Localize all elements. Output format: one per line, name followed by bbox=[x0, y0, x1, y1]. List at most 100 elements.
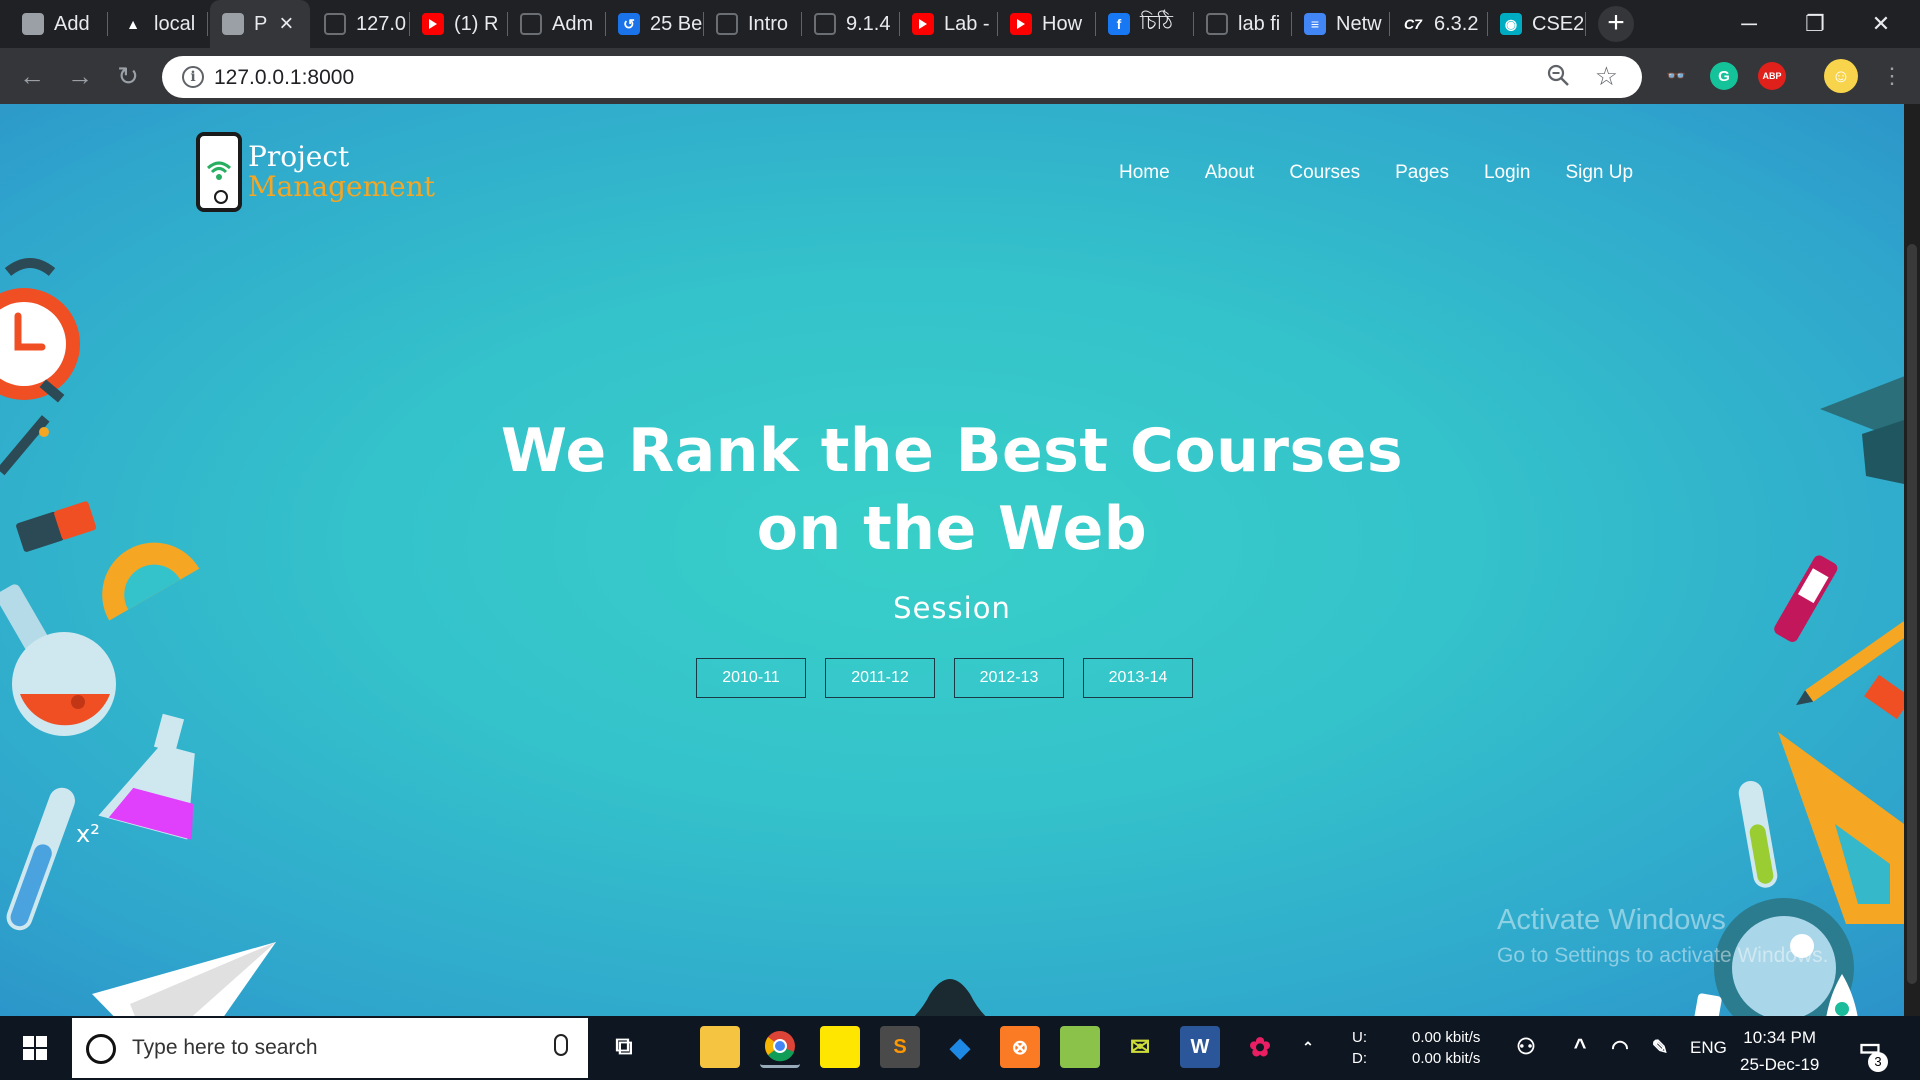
scrollbar-thumb[interactable] bbox=[1907, 244, 1917, 984]
git-icon[interactable]: ◆ bbox=[940, 1026, 980, 1068]
clock[interactable]: 10:34 PM 25-Dec-19 bbox=[1740, 1024, 1819, 1078]
taskbar-search-box[interactable]: Type here to search bbox=[72, 1018, 588, 1078]
incognito-ext-icon[interactable]: 👓 bbox=[1662, 62, 1690, 90]
close-icon[interactable]: × bbox=[279, 10, 293, 38]
microphone-icon[interactable] bbox=[554, 1034, 568, 1056]
show-hidden-icons[interactable]: ^ bbox=[1560, 1026, 1600, 1068]
browser-tab[interactable]: f চিঠি bbox=[1096, 0, 1194, 48]
overflow-scroll-icon[interactable]: ⌃ bbox=[1296, 1026, 1320, 1068]
sticky-notes-icon[interactable] bbox=[820, 1026, 860, 1068]
page-icon bbox=[22, 13, 44, 35]
network-app-icon[interactable]: ✉ bbox=[1120, 1026, 1160, 1068]
youtube-icon bbox=[1010, 13, 1032, 35]
forward-icon[interactable]: → bbox=[62, 58, 98, 94]
globe-icon bbox=[324, 13, 346, 35]
youtube-icon bbox=[912, 13, 934, 35]
page-viewport: x² Project Management Home About Courses… bbox=[0, 104, 1904, 1016]
bookmark-star-icon[interactable]: ☆ bbox=[1595, 61, 1618, 92]
tab-title: lab fi bbox=[1238, 12, 1281, 35]
paint-icon[interactable]: ✿ bbox=[1240, 1026, 1280, 1068]
back-icon[interactable]: ← bbox=[14, 58, 50, 94]
nav-pages[interactable]: Pages bbox=[1395, 162, 1449, 184]
net-up-label: U: bbox=[1352, 1029, 1367, 1046]
activate-windows-title: Activate Windows bbox=[1497, 904, 1726, 936]
notepad-icon[interactable] bbox=[1060, 1026, 1100, 1068]
browser-tab[interactable]: lab fi bbox=[1194, 0, 1292, 48]
browser-tab[interactable]: Adm bbox=[508, 0, 606, 48]
chrome-icon[interactable] bbox=[760, 1026, 800, 1068]
nav-about[interactable]: About bbox=[1205, 162, 1255, 184]
new-tab-button[interactable]: + bbox=[1598, 6, 1634, 42]
reload-icon[interactable]: ↻ bbox=[110, 58, 146, 94]
tab-title: Lab - bbox=[944, 12, 990, 35]
alarm-clock-icon bbox=[0, 258, 80, 403]
file-explorer-icon[interactable] bbox=[700, 1026, 740, 1068]
profile-avatar[interactable]: ☺ bbox=[1824, 59, 1858, 93]
cortana-icon bbox=[86, 1034, 116, 1064]
xampp-icon[interactable]: ⊗ bbox=[1000, 1026, 1040, 1068]
paper-plane-icon bbox=[92, 942, 276, 1016]
tab-title: How bbox=[1042, 12, 1083, 35]
site-logo[interactable]: Project Management bbox=[196, 132, 435, 212]
session-button-2013-14[interactable]: 2013-14 bbox=[1083, 658, 1193, 698]
task-view-icon[interactable]: ⧉ bbox=[604, 1026, 644, 1068]
people-icon[interactable]: ⚇ bbox=[1506, 1026, 1546, 1068]
close-window-icon[interactable]: ✕ bbox=[1848, 0, 1914, 48]
browser-tab[interactable]: (1) R bbox=[410, 0, 508, 48]
browser-tab[interactable]: C7 6.3.2 bbox=[1390, 0, 1488, 48]
notification-count: 3 bbox=[1868, 1052, 1888, 1072]
set-square-icon bbox=[1778, 732, 1904, 924]
browser-tab-active[interactable]: P × bbox=[210, 0, 310, 48]
ruler-icon bbox=[1864, 674, 1904, 720]
xampp-icon: ▲ bbox=[126, 16, 140, 32]
globe-icon bbox=[1206, 13, 1228, 35]
session-button-2010-11[interactable]: 2010-11 bbox=[696, 658, 806, 698]
sublime-text-icon[interactable]: S bbox=[880, 1026, 920, 1068]
hero-title-line1: We Rank the Best Courses bbox=[500, 416, 1404, 486]
nav-login[interactable]: Login bbox=[1484, 162, 1531, 184]
browser-tab[interactable]: Add bbox=[10, 0, 108, 48]
tab-title: 6.3.2 bbox=[1434, 12, 1479, 35]
browser-toolbar: ← → ↻ i 127.0.0.1:8000 ☆ 👓 G ABP ☺ ⋮ bbox=[0, 48, 1920, 104]
adblock-plus-icon[interactable]: ABP bbox=[1758, 62, 1786, 90]
grammarly-icon[interactable]: G bbox=[1710, 62, 1738, 90]
activate-windows-hint: Go to Settings to activate Windows. bbox=[1497, 944, 1829, 967]
session-button-2011-12[interactable]: 2011-12 bbox=[825, 658, 935, 698]
browser-tab[interactable]: How bbox=[998, 0, 1096, 48]
language-indicator[interactable]: ENG bbox=[1690, 1038, 1727, 1058]
info-icon[interactable]: i bbox=[182, 66, 204, 88]
tab-strip: Add ▲ local P × 127.0 (1) R Adm ↺ 25 Be … bbox=[0, 0, 1920, 48]
address-bar[interactable]: i 127.0.0.1:8000 ☆ bbox=[162, 56, 1642, 98]
hero-title-line2: on the Web bbox=[756, 494, 1148, 564]
page-scrollbar[interactable] bbox=[1904, 104, 1920, 1016]
menu-icon[interactable]: ⋮ bbox=[1874, 58, 1910, 94]
restore-icon[interactable]: ❐ bbox=[1782, 0, 1848, 48]
browser-tab[interactable]: ▲ local bbox=[110, 0, 208, 48]
browser-tab[interactable]: Intro bbox=[704, 0, 802, 48]
nav-home[interactable]: Home bbox=[1119, 162, 1170, 184]
nav-signup[interactable]: Sign Up bbox=[1565, 162, 1633, 184]
nav-courses[interactable]: Courses bbox=[1289, 162, 1360, 184]
search-placeholder[interactable]: Type here to search bbox=[132, 1036, 318, 1060]
zoom-icon[interactable] bbox=[1546, 63, 1570, 94]
browser-tab[interactable]: 9.1.4 bbox=[802, 0, 900, 48]
wifi-tray-icon[interactable]: ◠ bbox=[1600, 1026, 1640, 1068]
browser-tab[interactable]: ≡ Netw bbox=[1292, 0, 1390, 48]
browser-tab[interactable]: Lab - bbox=[900, 0, 998, 48]
session-button-2012-13[interactable]: 2012-13 bbox=[954, 658, 1064, 698]
word-icon[interactable]: W bbox=[1180, 1026, 1220, 1068]
net-up-value: 0.00 kbit/s bbox=[1412, 1029, 1481, 1046]
browser-tab[interactable]: 127.0 bbox=[312, 0, 410, 48]
test-tube-icon bbox=[1738, 780, 1778, 888]
url-text[interactable]: 127.0.0.1:8000 bbox=[214, 66, 354, 90]
hero-subtitle: Session bbox=[893, 591, 1011, 625]
browser-tab[interactable]: ↺ 25 Be bbox=[606, 0, 704, 48]
pen-tray-icon[interactable]: ✎ bbox=[1640, 1026, 1680, 1068]
windows-start-icon[interactable] bbox=[0, 1016, 70, 1080]
tab-title: Add bbox=[54, 12, 90, 35]
minimize-icon[interactable]: ─ bbox=[1716, 0, 1782, 48]
browser-tab[interactable]: ◉ CSE2 bbox=[1488, 0, 1586, 48]
blue-app-icon: ↺ bbox=[618, 13, 640, 35]
decor-superscript-text: x² bbox=[76, 820, 100, 848]
dark-hill-decoration bbox=[914, 979, 986, 1016]
